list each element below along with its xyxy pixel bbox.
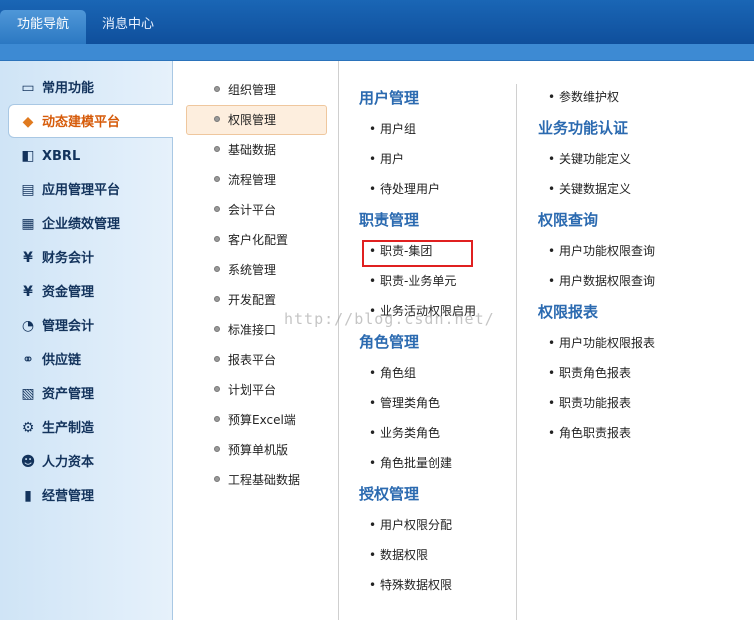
section-title: 授权管理 — [359, 485, 420, 503]
function-link[interactable]: 特殊数据权限 — [369, 575, 452, 595]
nav-item-7[interactable]: ◔ 管理会计 — [20, 313, 94, 339]
function-link[interactable]: 用户功能权限报表 — [548, 333, 655, 353]
section-title: 权限查询 — [538, 211, 599, 229]
nav-item-label: 资金管理 — [42, 285, 95, 300]
nav-item-10[interactable]: ⚙ 生产制造 — [20, 415, 94, 441]
nav-item-label: 资产管理 — [42, 387, 95, 402]
function-link[interactable]: 用户权限分配 — [369, 515, 452, 535]
sub-menu-item[interactable]: 工程基础数据 — [213, 469, 300, 491]
function-link[interactable]: 用户组 — [369, 119, 416, 139]
function-link[interactable]: 参数维护权 — [548, 87, 619, 107]
nav-item-12[interactable]: ▮ 经营管理 — [20, 483, 94, 509]
nav-item-label: 财务会计 — [42, 251, 95, 266]
function-link[interactable]: 关键数据定义 — [548, 179, 631, 199]
function-link[interactable]: 职责功能报表 — [548, 393, 631, 413]
sub-menu-item[interactable]: 计划平台 — [213, 379, 276, 401]
sub-menu-item[interactable]: 组织管理 — [213, 79, 276, 101]
sub-menu-item[interactable]: 预算Excel端 — [214, 409, 296, 431]
sub-menu-item[interactable]: 客户化配置 — [213, 229, 288, 251]
section-title: 角色管理 — [359, 333, 420, 351]
sub-menu-item[interactable]: 基础数据 — [213, 139, 276, 161]
tab-function-nav[interactable]: 功能导航 — [0, 10, 86, 44]
nav-item-label: XBRL — [42, 149, 81, 164]
sub-menu-item[interactable]: 系统管理 — [213, 259, 276, 281]
xbrl-icon: ◧ — [21, 148, 35, 164]
section-title: 职责管理 — [359, 211, 420, 229]
function-link[interactable]: 管理类角色 — [369, 393, 440, 413]
monitor-icon: ▭ — [21, 80, 35, 96]
nav-item-9[interactable]: ▧ 资产管理 — [20, 381, 94, 407]
function-link[interactable]: 角色批量创建 — [369, 453, 452, 473]
column-divider — [516, 84, 517, 620]
nav-item-11[interactable]: ☻ 人力资本 — [20, 449, 94, 475]
nav-item-label: 管理会计 — [42, 319, 95, 334]
book-icon: ▮ — [24, 488, 32, 504]
sub-menu-item[interactable]: 预算单机版 — [213, 439, 288, 461]
function-link[interactable]: 职责角色报表 — [548, 363, 631, 383]
function-link[interactable]: 关键功能定义 — [548, 149, 631, 169]
function-link[interactable]: 职责-业务单元 — [369, 271, 456, 291]
nav-item-label: 供应链 — [42, 353, 82, 368]
nav-item-label: 人力资本 — [42, 455, 95, 470]
sub-menu-item[interactable]: 流程管理 — [213, 169, 276, 191]
function-link[interactable]: 业务类角色 — [369, 423, 440, 443]
calculator-icon: ▦ — [21, 216, 35, 232]
sub-menu-item[interactable]: 会计平台 — [213, 199, 276, 221]
nav-item-8[interactable]: ⚭ 供应链 — [20, 347, 81, 373]
sub-menu-item[interactable]: 标准接口 — [213, 319, 276, 341]
sub-menu-item[interactable]: 开发配置 — [213, 289, 276, 311]
highlight-box — [362, 240, 473, 267]
function-link[interactable]: 数据权限 — [369, 545, 428, 565]
nav-item-label: 动态建模平台 — [42, 115, 121, 130]
nav-item-5[interactable]: ¥ 财务会计 — [20, 245, 94, 271]
nav-item-label: 常用功能 — [42, 81, 95, 96]
app-icon: ▤ — [21, 182, 35, 198]
function-link[interactable]: 角色组 — [369, 363, 416, 383]
section-title: 业务功能认证 — [538, 119, 629, 137]
asset-icon: ▧ — [21, 386, 35, 402]
gauge-icon: ◔ — [21, 318, 35, 334]
nav-item-label: 经营管理 — [42, 489, 95, 504]
nav-item-1[interactable]: ◆ 动态建模平台 — [20, 109, 120, 135]
function-link[interactable]: 用户数据权限查询 — [548, 271, 655, 291]
nav-item-label: 企业绩效管理 — [42, 217, 121, 232]
function-link[interactable]: 用户功能权限查询 — [548, 241, 655, 261]
yen-doc-icon: ¥ — [23, 250, 33, 266]
nav-item-6[interactable]: ¥ 资金管理 — [20, 279, 94, 305]
section-title: 用户管理 — [359, 89, 420, 107]
nav-item-label: 生产制造 — [42, 421, 95, 436]
sub-menu-item[interactable]: 报表平台 — [213, 349, 276, 371]
gear-icon: ⚙ — [21, 420, 35, 436]
function-link[interactable]: 待处理用户 — [369, 179, 440, 199]
yen-icon: ¥ — [23, 284, 33, 300]
tab-message-center[interactable]: 消息中心 — [86, 10, 170, 44]
nav-item-4[interactable]: ▦ 企业绩效管理 — [20, 211, 120, 237]
nav-item-0[interactable]: ▭ 常用功能 — [20, 75, 94, 101]
top-bar: 功能导航 消息中心 — [0, 0, 754, 44]
watermark: http://blog.csdn.net/ — [284, 310, 495, 328]
cube-icon: ◆ — [22, 114, 34, 130]
link-icon: ⚭ — [22, 352, 34, 368]
nav-item-2[interactable]: ◧ XBRL — [20, 143, 80, 169]
function-link[interactable]: 角色职责报表 — [548, 423, 631, 443]
function-link[interactable]: 用户 — [369, 149, 404, 169]
tab-underline — [0, 44, 754, 61]
people-icon: ☻ — [20, 454, 36, 470]
sub-menu-item[interactable]: 权限管理 — [213, 109, 276, 131]
nav-item-3[interactable]: ▤ 应用管理平台 — [20, 177, 120, 203]
section-title: 权限报表 — [538, 303, 599, 321]
nav-item-label: 应用管理平台 — [42, 183, 121, 198]
